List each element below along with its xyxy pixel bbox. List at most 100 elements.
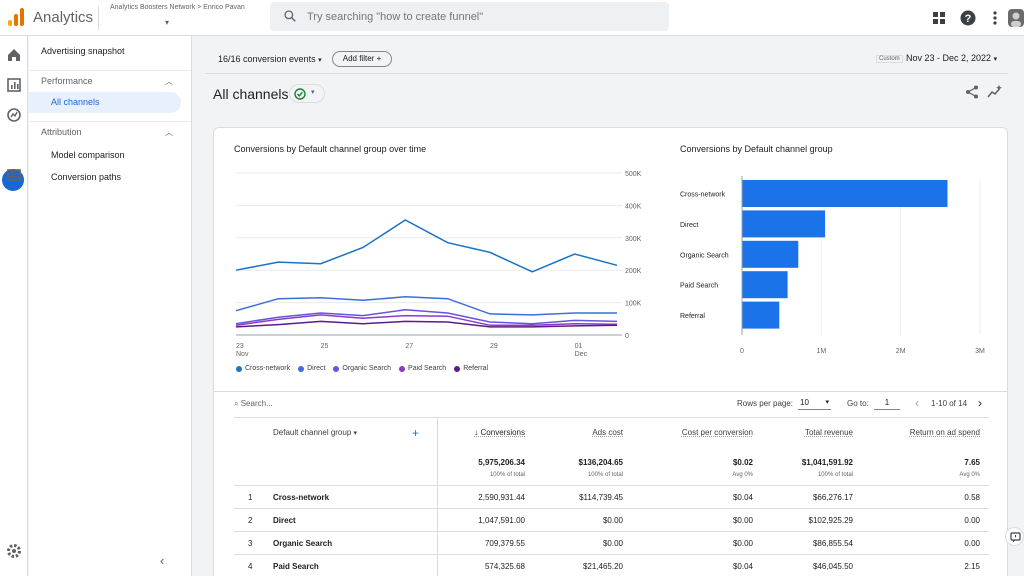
search-bar[interactable] — [270, 2, 669, 31]
table-cell: 0.00 — [964, 539, 980, 548]
bar-chart-x-tick-label: 3M — [975, 348, 985, 355]
advertising-icon[interactable] — [5, 136, 23, 154]
column-header[interactable]: Ads cost — [592, 428, 623, 437]
add-filter-button[interactable]: Add filter + — [332, 51, 392, 67]
row-channel-name: Direct — [273, 516, 296, 525]
legend-swatch — [236, 365, 242, 372]
line-chart-y-tick-label: 300K — [625, 236, 642, 243]
table-row[interactable]: 2 Direct 1,047,591.00 $0.00 $0.00 $102,925.29… — [234, 509, 989, 532]
nav-section-performance[interactable]: Performance — [41, 76, 93, 86]
table-cell: $0.00 — [602, 539, 623, 548]
report-status-button[interactable]: ▾ — [289, 84, 325, 103]
line-chart-x-tick-month: Dec — [575, 351, 588, 358]
table-cell: $114,739.45 — [579, 493, 623, 502]
apps-grid-icon[interactable] — [930, 9, 948, 27]
conversion-events-dropdown[interactable]: 16/16 conversion events ▾ — [218, 54, 322, 64]
dropdown-caret-icon: ▾ — [318, 57, 322, 64]
line-chart-x-tick-label: 27 — [405, 343, 413, 350]
avatar[interactable] — [1008, 9, 1024, 27]
line-chart-x-tick-label: 29 — [490, 343, 498, 350]
bar-chart-category-label: Referral — [680, 313, 705, 320]
chevron-up-icon[interactable]: ︿ — [165, 76, 173, 87]
feedback-button[interactable] — [1005, 527, 1024, 546]
total-value: 5,975,206.34 — [478, 458, 525, 467]
filter-bar: 16/16 conversion events ▾ Add filter + C… — [205, 46, 1008, 74]
explore-icon[interactable] — [5, 106, 23, 124]
insights-icon[interactable] — [987, 84, 1003, 100]
column-header[interactable]: Return on ad spend — [910, 428, 980, 437]
table-cell: 2.15 — [964, 562, 980, 571]
plus-icon: + — [376, 54, 382, 63]
rows-per-page-select[interactable]: 10 ▾ — [798, 396, 831, 410]
bar-organic-search — [742, 240, 799, 268]
line-chart-x-tick-label: 23 — [236, 343, 244, 350]
nav-advertising-snapshot[interactable]: Advertising snapshot — [41, 46, 125, 56]
nav-item-all-channels[interactable]: All channels — [29, 92, 181, 113]
total-subtext: Avg 0% — [732, 472, 753, 478]
configure-icon[interactable] — [5, 166, 23, 184]
legend-item[interactable]: Paid Search — [399, 365, 446, 372]
total-value: $1,041,591.92 — [801, 458, 853, 467]
chevron-up-icon[interactable]: ︿ — [165, 127, 173, 138]
column-header[interactable]: Total revenue — [805, 428, 853, 437]
legend-item[interactable]: Direct — [298, 365, 325, 372]
table-search[interactable]: ⌕ Search... — [234, 399, 273, 409]
date-range-picker[interactable]: Nov 23 - Dec 2, 2022 ▾ — [906, 53, 997, 63]
next-page-icon[interactable]: › — [978, 396, 982, 410]
nav-item-model-comparison[interactable]: Model comparison — [51, 150, 125, 160]
legend-item[interactable]: Cross-network — [236, 365, 290, 372]
table-row[interactable]: 4 Paid Search 574,325.68 $21,465.20 $0.04 $46… — [234, 555, 989, 576]
table-cell: 574,325.68 — [484, 562, 525, 571]
bar-paid-search — [742, 271, 788, 299]
line-chart-x-tick-month: Nov — [236, 351, 249, 358]
legend-item[interactable]: Referral — [454, 365, 488, 372]
app-name: Analytics — [33, 9, 94, 26]
legend-item[interactable]: Organic Search — [333, 365, 391, 372]
dropdown-caret-icon: ▾ — [353, 430, 358, 437]
table-row[interactable]: 3 Organic Search 709,379.55 $0.00 $0.00 $86,8… — [234, 532, 989, 555]
charts-canvas: 500K 400K 300K 200K 100K 0 23Nov 25 27 29 01Dec 0 1M… — [235, 171, 985, 358]
legend-swatch — [333, 365, 340, 372]
admin-gear-icon[interactable] — [5, 542, 23, 560]
search-input[interactable] — [307, 8, 647, 26]
column-header[interactable]: ↓ Conversions — [474, 428, 525, 437]
prev-page-icon[interactable]: ‹ — [915, 396, 919, 410]
dropdown-caret-icon: ▾ — [825, 399, 829, 406]
nav-section-attribution[interactable]: Attribution — [41, 127, 82, 137]
line-chart-y-tick-label: 100K — [625, 301, 642, 308]
column-header[interactable]: Cost per conversion — [682, 428, 753, 437]
bar-cross-network — [742, 180, 948, 207]
more-vert-icon[interactable] — [986, 9, 1004, 27]
nav-item-conversion-paths[interactable]: Conversion paths — [51, 172, 121, 182]
left-rail — [0, 36, 28, 576]
line-chart-legend: Cross-network Direct Organic Search Paid Se… — [236, 365, 488, 372]
table-cell: $0.00 — [732, 539, 753, 548]
reports-icon[interactable] — [5, 76, 23, 94]
analytics-logo-icon[interactable] — [8, 8, 24, 26]
dropdown-caret-icon: ▾ — [311, 89, 315, 96]
row-channel-name: Organic Search — [273, 539, 333, 548]
help-icon[interactable]: ? — [959, 9, 977, 27]
goto-page-input[interactable]: 1 — [874, 396, 900, 410]
table-cell: $46,045.50 — [812, 562, 853, 571]
add-dimension-icon[interactable]: + — [412, 426, 419, 440]
dimension-header[interactable]: Default channel group ▾ — [273, 428, 357, 437]
collapse-nav-icon[interactable]: ‹ — [160, 553, 164, 568]
property-dropdown-icon[interactable]: ▾ — [165, 18, 169, 27]
legend-swatch — [298, 365, 305, 372]
home-icon[interactable] — [5, 46, 23, 64]
row-index: 1 — [248, 493, 253, 502]
table-cell: $0.00 — [732, 516, 753, 525]
bar-chart-category-label: Cross-network — [680, 192, 726, 199]
feedback-icon — [1010, 532, 1021, 543]
total-value: $0.02 — [732, 458, 753, 467]
bar-chart-x-tick-label: 1M — [816, 348, 826, 355]
table-row[interactable]: 1 Cross-network 2,590,931.44 $114,739.45 $0.… — [234, 486, 989, 509]
bar-chart-x-tick-label: 0 — [740, 348, 744, 355]
legend-label: Cross-network — [245, 365, 291, 372]
account-breadcrumb[interactable]: Analytics Boosters Network > Enrico Pava… — [110, 4, 245, 11]
share-icon[interactable] — [964, 84, 980, 100]
line-chart-x-tick-label: 01 — [575, 343, 583, 350]
row-index: 2 — [248, 516, 253, 525]
line-chart-y-tick-label: 500K — [625, 171, 642, 178]
